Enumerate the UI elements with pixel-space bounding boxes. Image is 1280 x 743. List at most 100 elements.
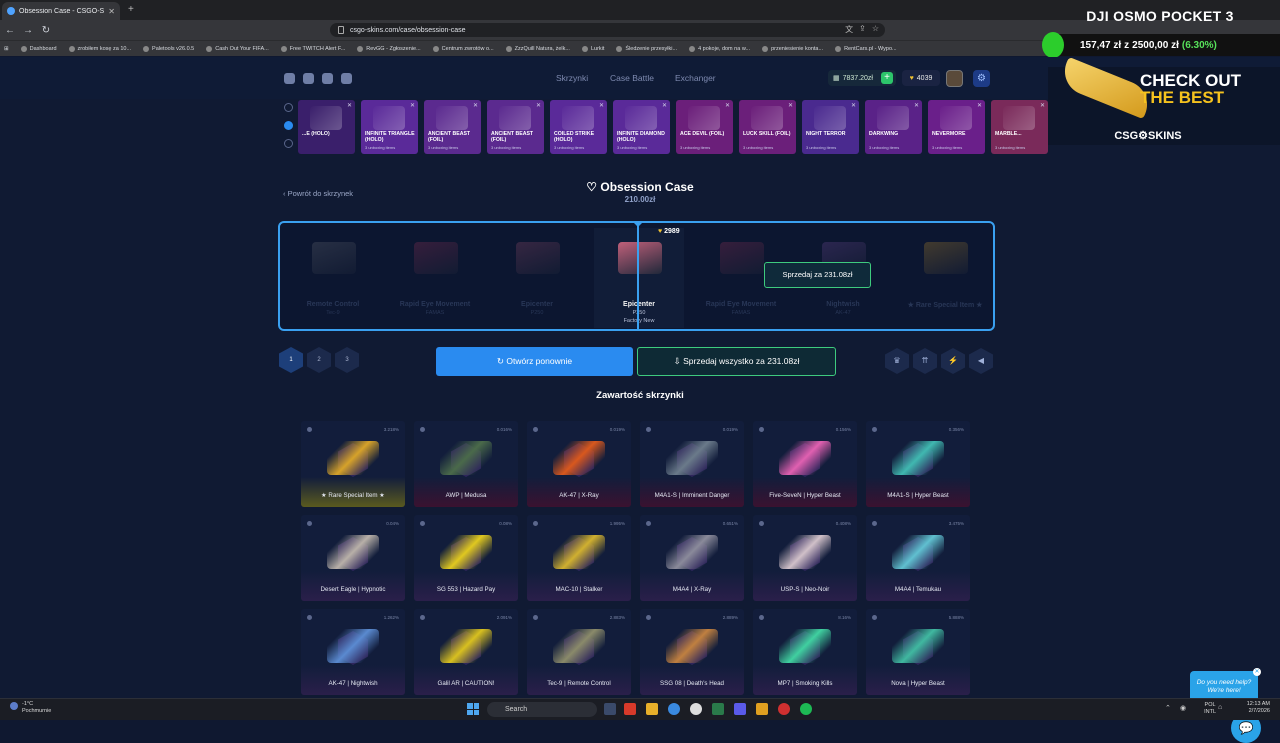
case-item-card[interactable]: 3.218% ★ Rare Special Item ★: [301, 421, 405, 507]
close-help-icon[interactable]: ✕: [1253, 668, 1261, 676]
info-icon[interactable]: [646, 521, 651, 526]
settings-icon[interactable]: ⚙: [973, 70, 990, 87]
info-icon[interactable]: [646, 615, 651, 620]
language-indicator[interactable]: POL INTL: [1204, 702, 1216, 716]
drop-close-icon[interactable]: ✕: [410, 102, 415, 109]
back-to-cases-link[interactable]: ‹ Powrót do skrzynek: [283, 189, 353, 198]
recent-drop-item[interactable]: NIGHT TERROR 3 unboxing items ✕: [802, 100, 859, 154]
new-tab-icon[interactable]: +: [128, 4, 134, 15]
star-filter-icon[interactable]: [284, 139, 293, 148]
info-icon[interactable]: [420, 427, 425, 432]
clock[interactable]: 12:13 AM 2/7/2026: [1247, 701, 1270, 715]
back-icon[interactable]: ←: [2, 25, 18, 36]
discord-taskbar-icon[interactable]: [734, 703, 746, 715]
page-2[interactable]: 2: [307, 347, 331, 373]
case-item-card[interactable]: 0.651% M4A4 | X-Ray: [640, 515, 744, 601]
drop-close-icon[interactable]: ✕: [536, 102, 541, 109]
share-icon[interactable]: ⇪: [859, 24, 866, 35]
tray-chevron-icon[interactable]: ⌃: [1165, 704, 1171, 712]
brave-icon[interactable]: [624, 703, 636, 715]
nav-exchanger[interactable]: Exchanger: [675, 73, 716, 83]
bookmark-item[interactable]: Centrum zwrotów o...: [432, 45, 494, 52]
file-explorer-icon[interactable]: [646, 703, 658, 715]
clock-icon[interactable]: [284, 103, 293, 112]
drop-close-icon[interactable]: ✕: [347, 102, 352, 109]
bookmark-item[interactable]: przeniesienie konta...: [762, 45, 823, 52]
info-icon[interactable]: [646, 427, 651, 432]
tray-app-icon[interactable]: ◉: [1180, 704, 1186, 712]
bookmark-item[interactable]: Free TWITCH Alert F...: [280, 45, 345, 52]
case-item-card[interactable]: 0.019% M4A1-S | Imminent Danger: [640, 421, 744, 507]
bookmark-item[interactable]: Dashboard: [20, 45, 57, 52]
case-item-card[interactable]: 3.475% M4A4 | Temukau: [866, 515, 970, 601]
case-item-card[interactable]: 0.08% SG 553 | Hazard Pay: [414, 515, 518, 601]
app2-icon[interactable]: [778, 703, 790, 715]
info-icon[interactable]: [307, 427, 312, 432]
drop-close-icon[interactable]: ✕: [977, 102, 982, 109]
apps-icon[interactable]: ⊞: [4, 46, 9, 52]
thumb-icon[interactable]: [284, 121, 293, 130]
windows-start-icon[interactable]: [467, 703, 479, 715]
page-3[interactable]: 3: [335, 347, 359, 373]
spotify-icon[interactable]: [800, 703, 812, 715]
recent-drop-item[interactable]: MARBLE... 3 unboxing items ✕: [991, 100, 1048, 154]
page-1[interactable]: 1: [279, 347, 303, 373]
upgrade-icon[interactable]: ⇈: [913, 348, 937, 374]
deposit-button[interactable]: +: [881, 72, 893, 84]
case-item-card[interactable]: 1.995% MAC-10 | Stalker: [527, 515, 631, 601]
facebook-icon[interactable]: [303, 73, 314, 84]
wallet-balance[interactable]: ▦ 7837.20zł +: [828, 70, 896, 86]
case-item-card[interactable]: 1.262% AK-47 | Nightwish: [301, 609, 405, 695]
bookmark-item[interactable]: Lurkit: [581, 45, 604, 52]
info-icon[interactable]: [759, 615, 764, 620]
obs-icon[interactable]: [690, 703, 702, 715]
promo-banner[interactable]: CHECK OUT THE BEST CSG⚙SKINS: [1048, 56, 1280, 145]
info-icon[interactable]: [872, 427, 877, 432]
info-icon[interactable]: [307, 615, 312, 620]
case-item-card[interactable]: 0.019% AK-47 | X-Ray: [527, 421, 631, 507]
instagram-icon[interactable]: [322, 73, 333, 84]
bookmark-item[interactable]: Śledzenie przesyłki...: [616, 45, 677, 52]
recent-drop-item[interactable]: ...E (HOLO) ✕: [298, 100, 355, 154]
case-item-card[interactable]: 2.091% Galil AR | CAUTION!: [414, 609, 518, 695]
case-item-card[interactable]: 0.016% AWP | Medusa: [414, 421, 518, 507]
recent-drop-item[interactable]: NEVERMORE 3 unboxing items ✕: [928, 100, 985, 154]
case-item-card[interactable]: 0.156% Five-SeveN | Hyper Beast: [753, 421, 857, 507]
discord-icon[interactable]: [284, 73, 295, 84]
bookmark-item[interactable]: RentCars.pl - Wypo...: [835, 45, 897, 52]
drop-close-icon[interactable]: ✕: [914, 102, 919, 109]
bookmark-item[interactable]: Paletools v26.0.5: [143, 45, 194, 52]
case-item-card[interactable]: 2.889% SSG 08 | Death's Head: [640, 609, 744, 695]
bookmark-item[interactable]: zrobiłem kosę za 10...: [68, 45, 131, 52]
coins-balance[interactable]: ♥ 4039: [902, 70, 940, 86]
nav-skrzynki[interactable]: Skrzynki: [556, 73, 588, 83]
drop-close-icon[interactable]: ✕: [725, 102, 730, 109]
recent-drop-item[interactable]: INFINITE TRIANGLE (HOLO) 3 unboxing items…: [361, 100, 418, 154]
bookmark-item[interactable]: Cash Out Your FIFA...: [206, 45, 269, 52]
drop-close-icon[interactable]: ✕: [788, 102, 793, 109]
recent-drop-item[interactable]: COILED STRIKE (HOLO) 3 unboxing items ✕: [550, 100, 607, 154]
case-item-card[interactable]: 5.888% Nova | Hyper Beast: [866, 609, 970, 695]
sell-item-button[interactable]: Sprzedaj za 231.08zł: [764, 262, 871, 288]
close-tab-icon[interactable]: ✕: [108, 7, 115, 16]
chrome-icon[interactable]: [668, 703, 680, 715]
info-icon[interactable]: [759, 427, 764, 432]
info-icon[interactable]: [533, 615, 538, 620]
case-item-card[interactable]: 8.16% MP7 | Smoking Kills: [753, 609, 857, 695]
avatar[interactable]: [946, 70, 963, 87]
case-item-card[interactable]: 0.356% M4A1-S | Hyper Beast: [866, 421, 970, 507]
crown-icon[interactable]: ♛: [885, 348, 909, 374]
app-icon[interactable]: [756, 703, 768, 715]
taskbar-search[interactable]: Search: [487, 702, 597, 717]
task-view-icon[interactable]: [604, 703, 616, 715]
info-icon[interactable]: [533, 521, 538, 526]
recent-drop-item[interactable]: ANCIENT BEAST (FOIL) 3 unboxing items ✕: [487, 100, 544, 154]
weather-widget[interactable]: -1°C Pochmurnie: [10, 701, 51, 715]
drop-close-icon[interactable]: ✕: [662, 102, 667, 109]
sound-icon[interactable]: ◀: [969, 348, 993, 374]
recent-drop-item[interactable]: DARKWING 3 unboxing items ✕: [865, 100, 922, 154]
info-icon[interactable]: [307, 521, 312, 526]
info-icon[interactable]: [872, 615, 877, 620]
bookmark-item[interactable]: ZzzQuill Natura, żelk...: [505, 45, 570, 52]
case-item-card[interactable]: 2.883% Tec-9 | Remote Control: [527, 609, 631, 695]
